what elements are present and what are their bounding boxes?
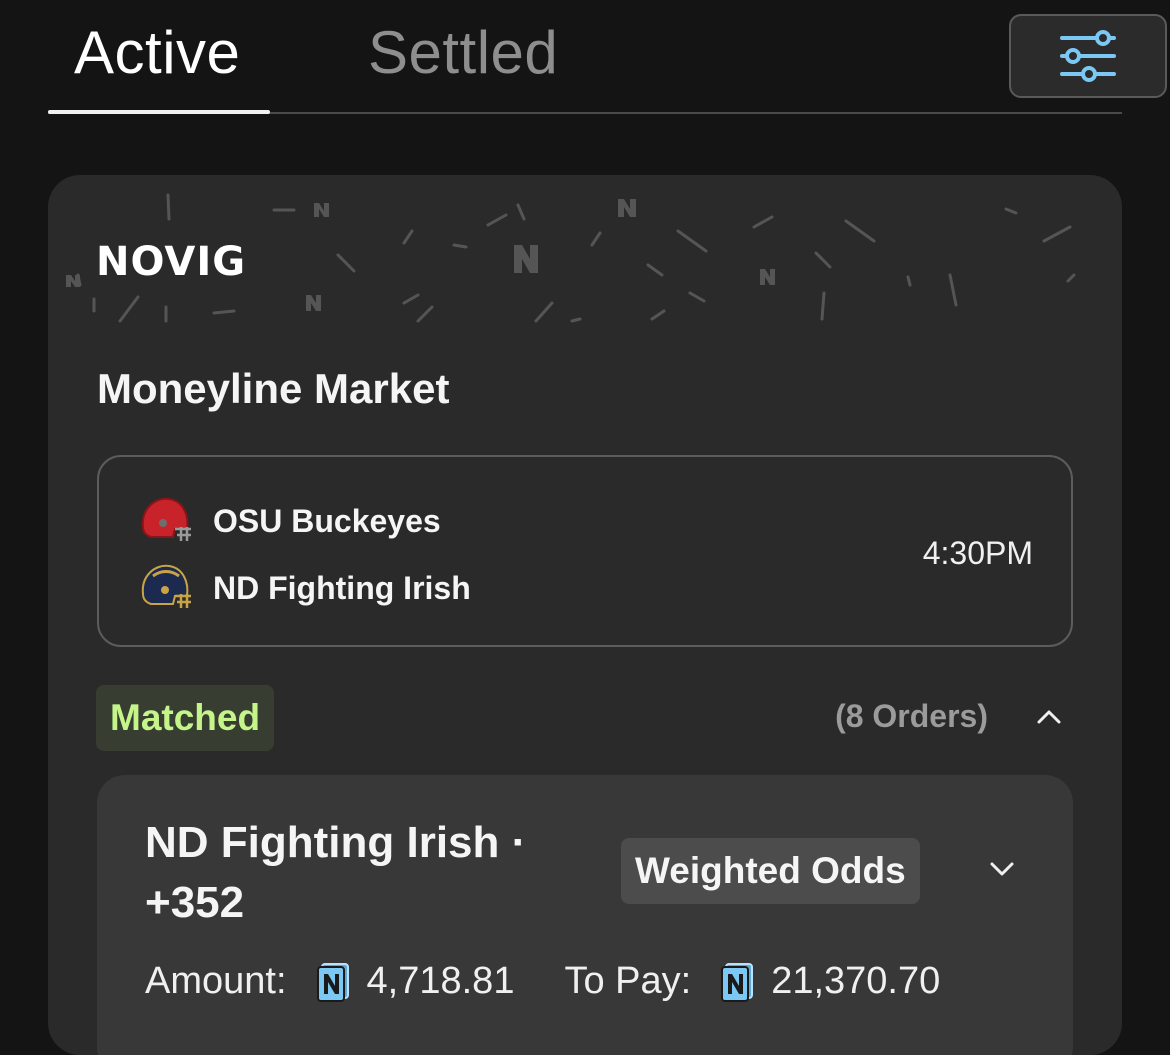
chevron-down-icon[interactable] <box>989 861 1015 879</box>
order-title: ND Fighting Irish · +352 <box>145 813 575 933</box>
team-name-away: ND Fighting Irish <box>213 569 471 606</box>
order-odds: +352 <box>145 878 245 927</box>
amount-label: Amount: <box>145 960 287 1002</box>
tab-bar: Active Settled <box>48 0 1167 116</box>
game-time: 4:30PM <box>922 535 1033 571</box>
matchup-box[interactable]: OSU Buckeyes ND Fighting Irish 4:30PM <box>97 455 1073 647</box>
team-row-away: ND Fighting Irish <box>135 560 471 616</box>
novig-coin-icon <box>316 962 349 1002</box>
red-helmet-icon <box>141 497 191 541</box>
order-summary[interactable]: ND Fighting Irish · +352 Weighted Odds A… <box>97 775 1073 1055</box>
orders-count[interactable]: (8 Orders) <box>835 698 988 735</box>
filter-button[interactable] <box>1009 14 1167 98</box>
status-badge: Matched <box>96 685 275 751</box>
to-pay-label: To Pay: <box>564 960 692 1002</box>
team-name-home: OSU Buckeyes <box>213 502 441 539</box>
active-tab-indicator <box>48 110 270 114</box>
to-pay-value: 21,370.70 <box>771 960 941 1002</box>
amount-value: 4,718.81 <box>366 960 515 1002</box>
team-row-home: OSU Buckeyes <box>135 493 441 549</box>
novig-logo: NOVIG <box>96 239 247 285</box>
order-team: ND Fighting Irish · <box>145 818 527 867</box>
tab-settled[interactable]: Settled <box>368 18 558 87</box>
weighted-odds-badge: Weighted Odds <box>621 838 920 904</box>
chevron-up-icon[interactable] <box>1036 707 1062 725</box>
amount-row: Amount: 4,718.81 To Pay: 21,370.70 <box>145 960 940 1003</box>
novig-coin-icon <box>721 962 754 1002</box>
bet-card: NOVIG Moneyline Market OSU Buckeyes ND F… <box>48 175 1122 1055</box>
tab-active[interactable]: Active <box>74 18 240 87</box>
market-title: Moneyline Market <box>97 365 450 412</box>
sliders-icon <box>1060 30 1116 82</box>
navy-helmet-icon <box>141 564 191 608</box>
